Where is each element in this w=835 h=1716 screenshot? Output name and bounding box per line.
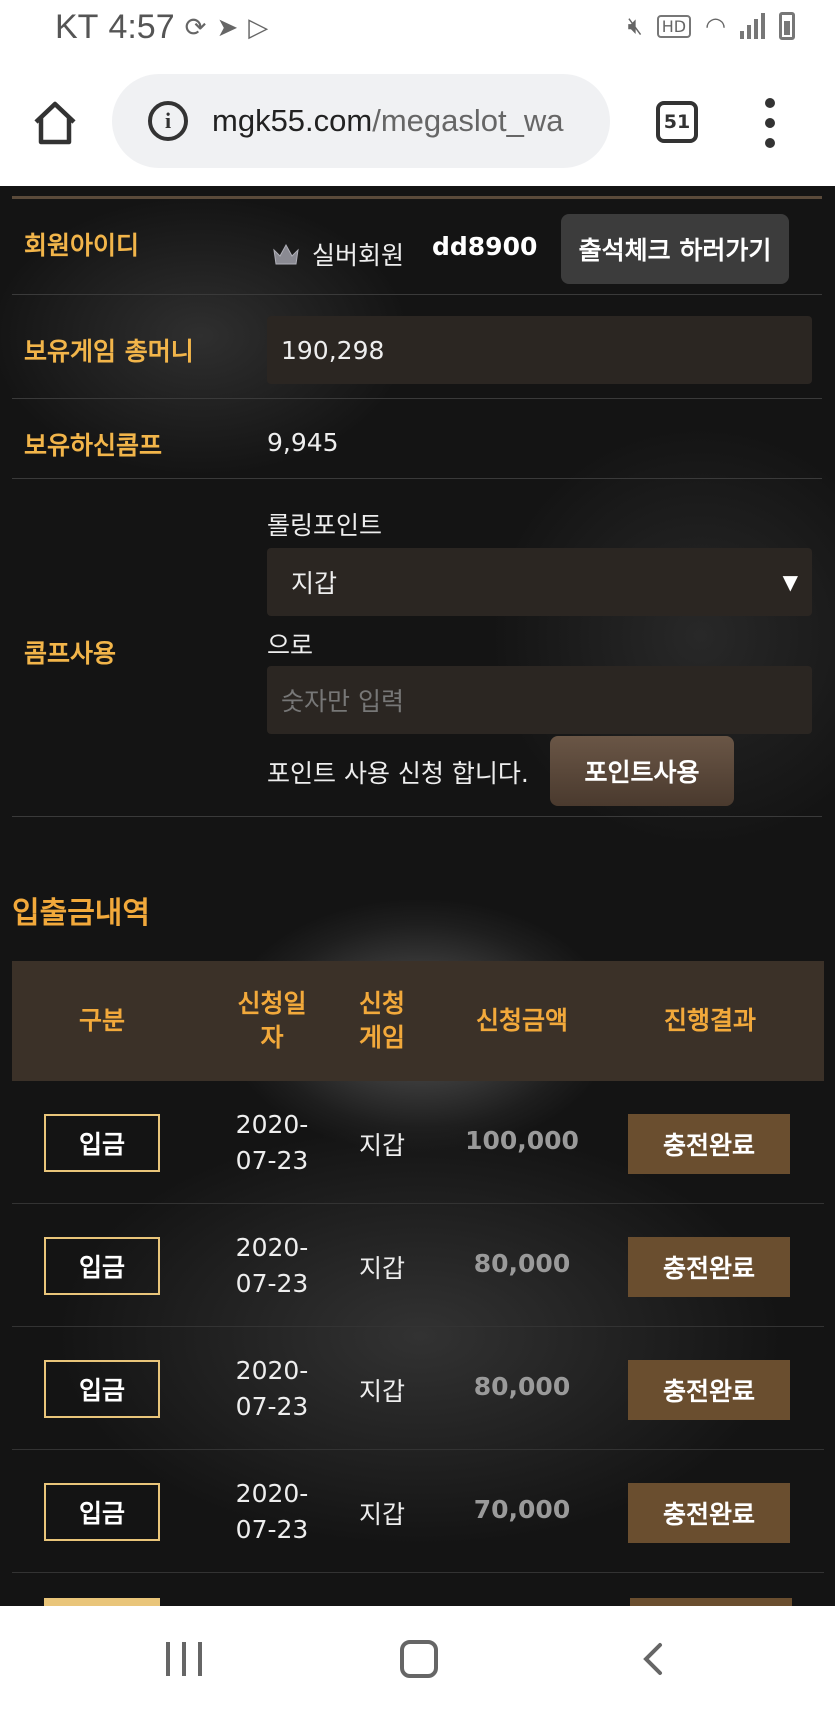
history-table-header: 구분 신청일자 신청게임 신청금액 진행결과 — [12, 961, 824, 1081]
type-badge: 입금 — [44, 1114, 160, 1172]
result-badge: 충전완료 — [628, 1237, 790, 1297]
table-row: 입금 2020- 07-23 지갑 70,000 충전완료 — [12, 1451, 824, 1573]
info-icon[interactable]: i — [148, 101, 188, 141]
date-line1: 2020- — [235, 1479, 309, 1508]
date-line2: 07-23 — [235, 1515, 309, 1544]
clock: 4:57 — [108, 8, 175, 46]
signal-icon — [740, 13, 765, 39]
amount-cell: 80,000 — [473, 1249, 571, 1278]
next-row-partial — [30, 1598, 830, 1606]
table-row: 입금 2020- 07-23 지갑 100,000 충전완료 — [12, 1082, 824, 1204]
table-row: 입금 2020- 07-23 지갑 80,000 충전완료 — [12, 1205, 824, 1327]
address-bar[interactable]: i mgk55.com/megaslot_wa — [112, 74, 610, 168]
back-icon[interactable] — [640, 1642, 666, 1676]
wifi-icon: ◠ — [705, 12, 726, 40]
type-badge: 입금 — [44, 1360, 160, 1418]
comp-use-label: 콤프사용 — [24, 639, 117, 668]
status-right: 🔇︎ HD ◠ — [628, 12, 795, 40]
to-label: 으로 — [267, 631, 314, 660]
col-date-line2: 자 — [260, 1023, 284, 1052]
status-bar: KT 4:57 ⟳ ➤ ▷ 🔇︎ HD ◠ — [0, 0, 835, 60]
date-cell: 2020- 07-23 — [212, 1476, 332, 1548]
crown-icon — [273, 243, 299, 265]
date-line1: 2020- — [235, 1110, 309, 1139]
comp-value: 9,945 — [267, 428, 339, 457]
url-host: mgk55.com — [212, 103, 373, 138]
mute-icon: 🔇︎ — [627, 12, 643, 40]
history-title: 입출금내역 — [12, 896, 150, 931]
sync-icon: ⟳ — [184, 12, 207, 42]
game-cell: 지갑 — [358, 1131, 405, 1160]
partial-badge — [44, 1598, 160, 1606]
member-id-label: 회원아이디 — [24, 231, 140, 260]
telegram-icon: ➤ — [216, 12, 239, 42]
wallet-selected-value: 지갑 — [291, 569, 338, 598]
game-cell: 지갑 — [358, 1254, 405, 1283]
amount-cell: 70,000 — [473, 1495, 571, 1524]
col-date-line1: 신청일 — [237, 989, 307, 1018]
partial-result — [630, 1598, 792, 1606]
play-icon: ▷ — [248, 12, 269, 42]
battery-icon — [779, 12, 795, 40]
status-left: KT 4:57 ⟳ ➤ ▷ — [55, 8, 268, 47]
money-field: 190,298 — [267, 316, 812, 384]
recents-icon[interactable] — [166, 1642, 202, 1676]
game-cell: 지갑 — [358, 1500, 405, 1529]
page-content: 회원아이디 실버회원 dd8900 출석체크 하러가기 보유게임 총머니 190… — [0, 186, 835, 1606]
date-line1: 2020- — [235, 1233, 309, 1262]
amount-cell: 100,000 — [465, 1126, 579, 1155]
home-icon[interactable] — [30, 98, 80, 148]
url-path: /megaslot_wa — [372, 103, 564, 138]
col-game-line2: 게임 — [358, 1023, 405, 1052]
apply-text: 포인트 사용 신청 합니다. — [267, 759, 529, 788]
col-type: 구분 — [78, 1006, 125, 1035]
money-label: 보유게임 총머니 — [24, 337, 194, 366]
point-amount-input[interactable]: 숫자만 입력 — [267, 666, 812, 734]
date-line2: 07-23 — [235, 1392, 309, 1421]
hd-icon: HD — [656, 14, 692, 38]
home-nav-icon[interactable] — [400, 1640, 438, 1678]
date-line2: 07-23 — [235, 1269, 309, 1298]
browser-toolbar: i mgk55.com/megaslot_wa 51 — [0, 60, 835, 186]
col-game-line1: 신청 — [358, 989, 405, 1018]
point-use-button[interactable]: 포인트사용 — [550, 736, 734, 806]
more-menu-icon[interactable] — [764, 98, 776, 148]
comp-label: 보유하신콤프 — [24, 431, 163, 460]
member-grade: 실버회원 — [312, 241, 405, 270]
col-amount: 신청금액 — [475, 1006, 568, 1035]
attendance-button[interactable]: 출석체크 하러가기 — [561, 214, 789, 284]
divider — [12, 478, 822, 479]
dropdown-arrow-icon: ▼ — [782, 570, 798, 594]
wallet-select[interactable]: 지갑 ▼ — [267, 548, 812, 616]
col-date: 신청일자 — [202, 961, 342, 1081]
divider — [12, 196, 822, 199]
type-badge: 입금 — [44, 1483, 160, 1541]
game-cell: 지갑 — [358, 1377, 405, 1406]
date-cell: 2020- 07-23 — [212, 1230, 332, 1302]
tab-switcher-button[interactable]: 51 — [656, 101, 698, 143]
amount-cell: 80,000 — [473, 1372, 571, 1401]
divider — [12, 816, 822, 817]
result-badge: 충전완료 — [628, 1360, 790, 1420]
rolling-point-label: 롤링포인트 — [267, 511, 383, 540]
type-badge: 입금 — [44, 1237, 160, 1295]
user-id: dd8900 — [432, 232, 538, 261]
url-text: mgk55.com/megaslot_wa — [212, 103, 564, 139]
system-nav-bar — [0, 1606, 835, 1716]
date-cell: 2020- 07-23 — [212, 1107, 332, 1179]
date-cell: 2020- 07-23 — [212, 1353, 332, 1425]
result-badge: 충전완료 — [628, 1114, 790, 1174]
divider — [12, 398, 822, 399]
divider — [12, 294, 822, 295]
result-badge: 충전완료 — [628, 1483, 790, 1543]
col-game: 신청게임 — [342, 961, 422, 1081]
col-result: 진행결과 — [663, 1006, 756, 1035]
date-line1: 2020- — [235, 1356, 309, 1385]
date-line2: 07-23 — [235, 1146, 309, 1175]
carrier: KT — [55, 8, 99, 46]
table-row: 입금 2020- 07-23 지갑 80,000 충전완료 — [12, 1328, 824, 1450]
